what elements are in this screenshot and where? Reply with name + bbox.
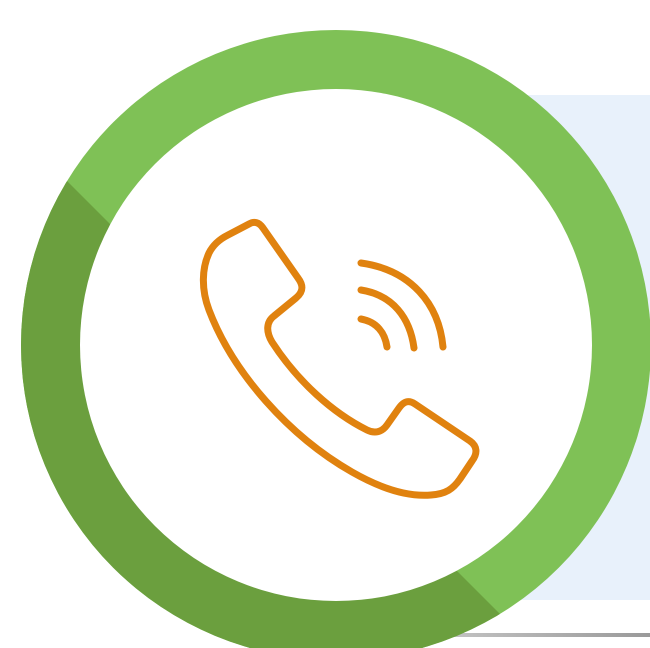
- graphic-stage: [0, 0, 650, 648]
- phone-badge: [21, 30, 650, 648]
- badge-inner-disc: [80, 89, 592, 601]
